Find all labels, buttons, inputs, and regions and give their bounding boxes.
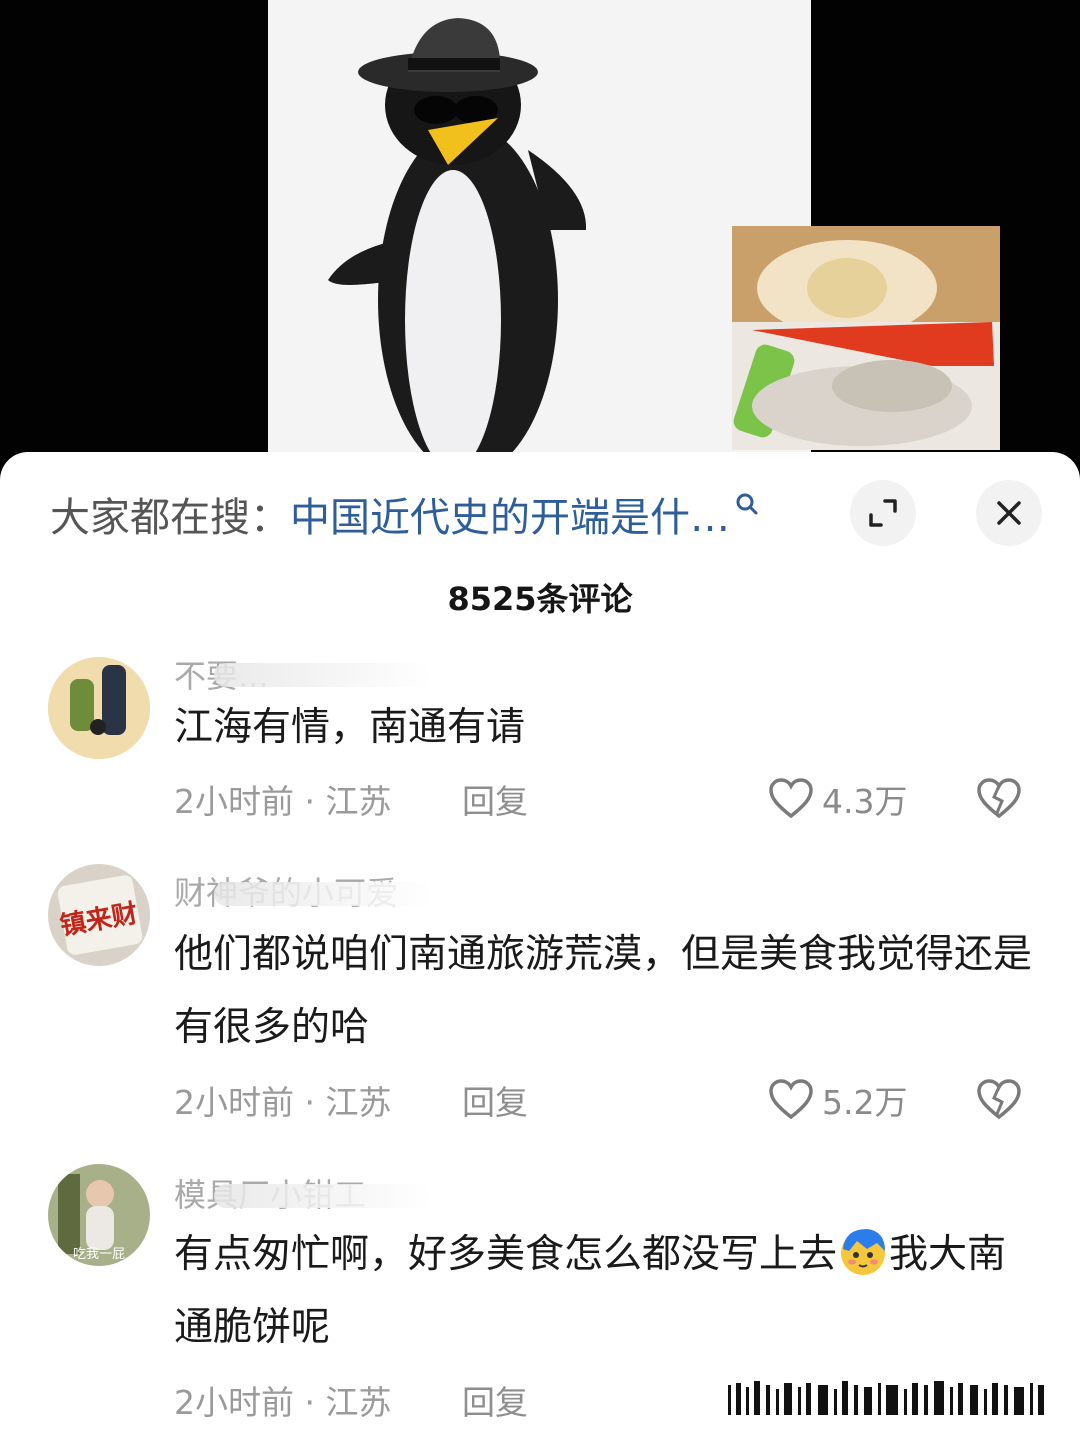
like-count: 5.2万 bbox=[822, 1083, 908, 1122]
avatar[interactable]: 镇来财 bbox=[48, 864, 150, 966]
avatar[interactable] bbox=[48, 657, 150, 759]
like-icon[interactable] bbox=[768, 1078, 814, 1120]
video-frame bbox=[268, 0, 1000, 475]
comment-text: 江海有情，南通有请 bbox=[174, 705, 526, 750]
watermark-barcode bbox=[728, 1381, 1044, 1415]
avatar-image: 镇来财 bbox=[48, 864, 150, 966]
expand-icon bbox=[869, 499, 897, 527]
reply-button[interactable]: 回复 bbox=[462, 1076, 528, 1124]
username-redaction bbox=[214, 663, 434, 687]
dislike-icon[interactable] bbox=[976, 1078, 1022, 1120]
comment-time-location: 2小时前 · 江苏 bbox=[174, 782, 392, 821]
close-button[interactable] bbox=[976, 480, 1042, 546]
avatar-image bbox=[48, 657, 150, 759]
comment-time-location: 2小时前 · 江苏 bbox=[174, 1383, 392, 1422]
trending-search-bar[interactable]: 大家都在搜： 中国近代史的开端是什… bbox=[50, 490, 760, 541]
username-redaction bbox=[214, 882, 434, 906]
comment-panel: 大家都在搜： 中国近代史的开端是什… 8525条评论 不要... bbox=[0, 452, 1080, 1447]
like-icon[interactable] bbox=[768, 777, 814, 819]
food-photo bbox=[732, 226, 1000, 450]
comment-text: 他们都说咱们南通旅游荒漠，但是美食我觉得还是有很多的哈 bbox=[174, 932, 1033, 1050]
penguin-illustration bbox=[328, 18, 587, 475]
comment-text: 有点匆忙啊，好多美食怎么都没写上去 我大南通脆饼呢 bbox=[174, 1218, 1044, 1364]
comment-count: 8525条评论 bbox=[447, 580, 633, 618]
reply-button[interactable]: 回复 bbox=[462, 1376, 528, 1424]
search-icon[interactable] bbox=[734, 491, 760, 517]
svg-text:吃我一屁: 吃我一屁 bbox=[73, 1246, 125, 1262]
trending-search-query[interactable]: 中国近代史的开端是什… bbox=[290, 485, 730, 543]
close-icon bbox=[997, 501, 1021, 525]
blushing-face-emoji bbox=[841, 1229, 886, 1275]
video-player[interactable] bbox=[0, 0, 1080, 475]
username-redaction bbox=[214, 1184, 434, 1208]
comment-time-location: 2小时前 · 江苏 bbox=[174, 1083, 392, 1122]
avatar[interactable]: 吃我一屁 bbox=[48, 1164, 150, 1266]
dislike-icon[interactable] bbox=[976, 777, 1022, 819]
avatar-image: 吃我一屁 bbox=[48, 1164, 150, 1266]
expand-button[interactable] bbox=[850, 480, 916, 546]
like-count: 4.3万 bbox=[822, 782, 908, 821]
reply-button[interactable]: 回复 bbox=[462, 775, 528, 823]
comment-text-part: 有点匆忙啊，好多美食怎么都没写上去 bbox=[174, 1232, 838, 1277]
trending-search-prefix: 大家都在搜： bbox=[50, 495, 290, 541]
